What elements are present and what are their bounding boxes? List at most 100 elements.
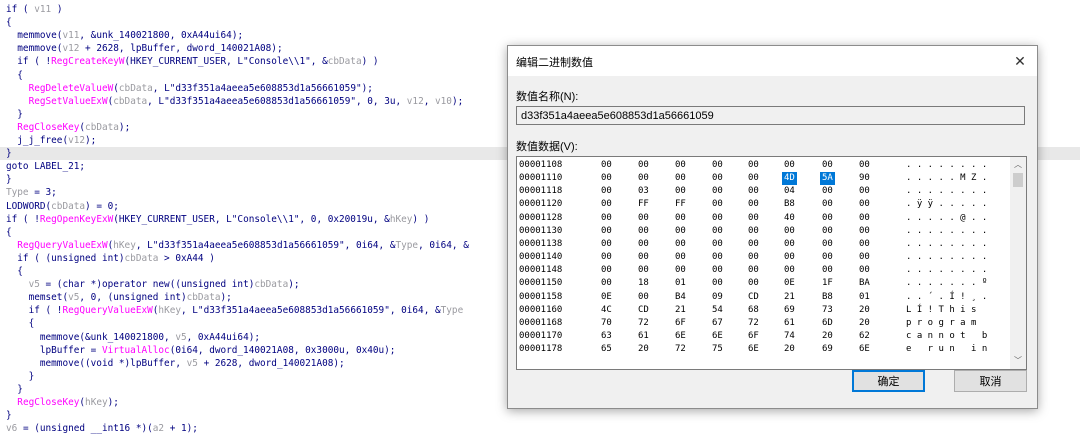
hex-byte[interactable]: 00 [822,264,833,277]
hex-byte[interactable]: 21 [784,291,795,304]
hex-byte[interactable]: 6F [748,330,759,343]
hex-byte[interactable]: 68 [748,304,759,317]
hex-byte[interactable]: 00 [601,264,612,277]
hex-ascii[interactable]: . . ´ . Í ! ¸ . [906,291,987,304]
hex-row[interactable]: 00001110 00 00 00 00 00 4D 5A 90 . . . . . M Z . [517,172,1010,186]
hex-byte[interactable]: 63 [601,330,612,343]
hex-byte[interactable]: 00 [859,238,870,251]
hex-byte[interactable]: 72 [748,317,759,330]
hex-byte[interactable]: 00 [675,225,686,238]
hex-byte[interactable]: 00 [601,225,612,238]
hex-ascii[interactable]: . . . . . M Z . [906,172,987,185]
hex-row[interactable]: 00001170 63 61 6E 6E 6F 74 20 62 c a n n o t b [517,330,1010,343]
hex-byte[interactable]: 4C [601,304,612,317]
hex-byte[interactable]: 00 [712,185,723,198]
hex-byte[interactable]: 00 [859,212,870,225]
scroll-up-icon[interactable]: ︿ [1010,159,1026,171]
hex-byte[interactable]: 90 [859,172,870,185]
hex-byte[interactable]: 00 [638,251,649,264]
hex-byte[interactable]: 00 [822,198,833,211]
hex-byte[interactable]: 00 [675,251,686,264]
hex-byte[interactable]: 6E [748,343,759,356]
hex-byte[interactable]: 1F [822,277,833,290]
hex-byte[interactable]: 00 [675,212,686,225]
hex-byte[interactable]: 73 [822,304,833,317]
hex-byte[interactable]: 00 [712,212,723,225]
hex-byte[interactable]: 00 [712,264,723,277]
hex-ascii[interactable]: . . . . . . . . [906,225,987,238]
hex-byte[interactable]: 00 [859,264,870,277]
hex-byte[interactable]: 65 [601,343,612,356]
hex-byte[interactable]: 00 [675,238,686,251]
hex-byte[interactable]: 00 [748,264,759,277]
hex-byte[interactable]: 0E [784,277,795,290]
hex-byte[interactable]: B8 [784,198,795,211]
hex-byte[interactable]: 00 [638,225,649,238]
cancel-button[interactable]: 取消 [954,370,1027,392]
hex-byte[interactable]: 00 [675,264,686,277]
hex-byte[interactable]: CD [748,291,759,304]
hex-byte[interactable]: 21 [675,304,686,317]
hex-byte-selected[interactable]: 4D [782,172,797,186]
hex-byte[interactable]: 00 [712,238,723,251]
hex-byte[interactable]: BA [859,277,870,290]
hex-ascii[interactable]: L Í ! T h i s [906,304,987,317]
hex-byte[interactable]: 00 [601,159,612,172]
hex-byte[interactable]: 00 [638,238,649,251]
hex-byte[interactable]: B4 [675,291,686,304]
hex-byte[interactable]: 6E [859,343,870,356]
hex-ascii[interactable]: c a n n o t b [906,330,987,343]
hex-byte[interactable]: 00 [748,212,759,225]
hex-byte[interactable]: 00 [712,225,723,238]
hex-byte[interactable]: 69 [784,304,795,317]
hex-byte[interactable]: 00 [859,198,870,211]
hex-byte[interactable]: 00 [748,172,759,185]
hex-byte[interactable]: 00 [859,225,870,238]
hex-row[interactable]: 00001158 0E 00 B4 09 CD 21 B8 01 . . ´ . Í ! ¸ . [517,291,1010,304]
hex-byte[interactable]: 00 [859,251,870,264]
hex-byte[interactable]: 6E [712,330,723,343]
hex-row[interactable]: 00001118 00 03 00 00 00 04 00 00 . . . . . . . . [517,185,1010,198]
hex-row[interactable]: 00001130 00 00 00 00 00 00 00 00 . . . . . . . . [517,225,1010,238]
hex-row[interactable]: 00001140 00 00 00 00 00 00 00 00 . . . . . . . . [517,251,1010,264]
hex-byte[interactable]: 00 [748,238,759,251]
hex-ascii[interactable]: . . . . . . . . [906,185,987,198]
hex-byte-selected[interactable]: 5A [820,172,835,186]
hex-byte[interactable]: 00 [712,277,723,290]
hex-byte[interactable]: 20 [784,343,795,356]
hex-byte[interactable]: 00 [638,264,649,277]
hex-byte[interactable]: 00 [784,238,795,251]
hex-row[interactable]: 00001150 00 18 01 00 00 0E 1F BA . . . . . . . º [517,277,1010,290]
hex-byte[interactable]: 00 [712,172,723,185]
hex-row[interactable]: 00001148 00 00 00 00 00 00 00 00 . . . . . . . . [517,264,1010,277]
hex-ascii[interactable]: p r o g r a m [906,317,987,330]
ok-button[interactable]: 确定 [852,370,925,392]
hex-byte[interactable]: 00 [784,159,795,172]
hex-byte[interactable]: 03 [638,185,649,198]
hex-row[interactable]: 00001128 00 00 00 00 00 40 00 00 . . . . . @ . . [517,212,1010,225]
hex-byte[interactable]: 00 [784,264,795,277]
dialog-titlebar[interactable]: 编辑二进制数值 ✕ [508,46,1037,76]
hex-byte[interactable]: 00 [601,172,612,185]
hex-byte[interactable]: 00 [784,225,795,238]
hex-byte[interactable]: 72 [675,343,686,356]
hex-byte[interactable]: 20 [638,343,649,356]
hex-row[interactable]: 00001178 65 20 72 75 6E 20 69 6E e r u n i n [517,343,1010,356]
value-name-field[interactable]: d33f351a4aeea5e608853d1a56661059 [516,106,1025,125]
hex-ascii[interactable]: . . . . . . . . [906,264,987,277]
hex-byte[interactable]: 01 [859,291,870,304]
hex-byte[interactable]: 00 [601,185,612,198]
hex-byte[interactable]: 54 [712,304,723,317]
hex-byte[interactable]: 00 [822,212,833,225]
hex-byte[interactable]: 67 [712,317,723,330]
hex-editor[interactable]: 00001108 00 00 00 00 00 00 00 00. . . . . . . .0… [516,156,1027,370]
hex-byte[interactable]: 04 [784,185,795,198]
hex-byte[interactable]: 00 [601,251,612,264]
hex-byte[interactable]: FF [675,198,686,211]
hex-byte[interactable]: 00 [748,277,759,290]
hex-byte[interactable]: 20 [822,330,833,343]
hex-byte[interactable]: 00 [675,185,686,198]
hex-byte[interactable]: 20 [859,317,870,330]
hex-byte[interactable]: 00 [822,159,833,172]
hex-byte[interactable]: 6D [822,317,833,330]
